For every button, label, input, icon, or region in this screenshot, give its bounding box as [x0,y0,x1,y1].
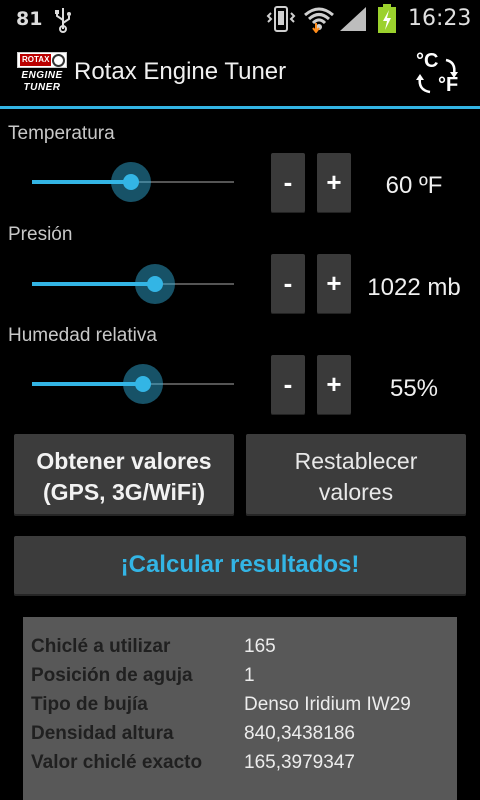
reset-values-button[interactable]: Restablecer valores [246,434,466,516]
temperature-plus-button[interactable]: + [317,153,351,213]
result-value: 165,3979347 [244,752,355,773]
result-key: Valor chiclé exacto [31,752,203,773]
pressure-slider[interactable] [32,264,234,304]
temperature-slider[interactable] [32,162,234,202]
usb-icon [54,7,72,37]
app-logo: ROTAX ENGINE TUNER [17,52,67,98]
result-key: Chiclé a utilizar [31,636,171,657]
action-bar: ROTAX ENGINE TUNER Rotax Engine Tuner °C… [0,38,480,110]
temperature-label: Temperatura [8,123,115,144]
result-value: 1 [244,665,255,686]
signal-icon [338,6,368,36]
result-value: Denso Iridium IW29 [244,694,411,715]
temperature-minus-button[interactable]: - [271,153,305,213]
action-bar-divider [0,106,480,109]
result-key: Densidad altura [31,723,174,744]
reset-values-line2: valores [318,479,394,505]
pressure-slider-thumb[interactable] [147,276,163,292]
humidity-plus-button[interactable]: + [317,355,351,415]
pressure-plus-button[interactable]: + [317,254,351,314]
get-values-gps-button[interactable]: Obtener valores (GPS, 3G/WiFi) [14,434,234,516]
pressure-label: Presión [8,224,73,245]
pressure-value: 1022 mb [367,274,461,301]
result-row-jet: Chiclé a utilizar 165 [23,636,457,665]
logo-line1: ENGINE [21,70,63,81]
fahrenheit-label: °F [438,74,459,96]
battery-charging-icon [376,4,398,38]
reset-values-line1: Restablecer [294,448,418,474]
result-row-exact-jet: Valor chiclé exacto 165,3979347 [23,752,457,781]
result-value: 840,3438186 [244,723,355,744]
result-row-needle: Posición de aguja 1 [23,665,457,694]
temperature-value: 60 ºF [385,172,443,199]
humidity-slider-thumb[interactable] [135,376,151,392]
app-title: Rotax Engine Tuner [74,58,287,85]
battery-level-text: 81 [16,8,43,30]
celsius-label: °C [416,50,439,72]
logo-line2: TUNER [23,82,61,93]
get-values-line1: Obtener valores [36,448,212,474]
logo-brand: ROTAX [20,54,52,66]
result-key: Posición de aguja [31,665,193,686]
calculate-results-button[interactable]: ¡Calcular resultados! [14,536,466,596]
clock: 16:23 [408,6,472,31]
humidity-value: 55% [389,375,439,402]
result-row-spark-plug: Tipo de bujía Denso Iridium IW29 [23,694,457,723]
get-values-line2: (GPS, 3G/WiFi) [42,479,206,505]
vibrate-icon [266,5,296,37]
result-row-density-altitude: Densidad altura 840,3438186 [23,723,457,752]
logo-seal-icon [52,54,65,67]
results-panel: Chiclé a utilizar 165 Posición de aguja … [23,617,457,800]
humidity-slider[interactable] [32,364,234,404]
temperature-unit-toggle-button[interactable]: °C °F [410,48,466,102]
humidity-minus-button[interactable]: - [271,355,305,415]
temperature-slider-thumb[interactable] [123,174,139,190]
result-key: Tipo de bujía [31,694,148,715]
status-bar: 81 16:23 [0,0,480,38]
humidity-label: Humedad relativa [8,325,157,346]
pressure-minus-button[interactable]: - [271,254,305,314]
result-value: 165 [244,636,276,657]
wifi-icon [303,5,335,37]
